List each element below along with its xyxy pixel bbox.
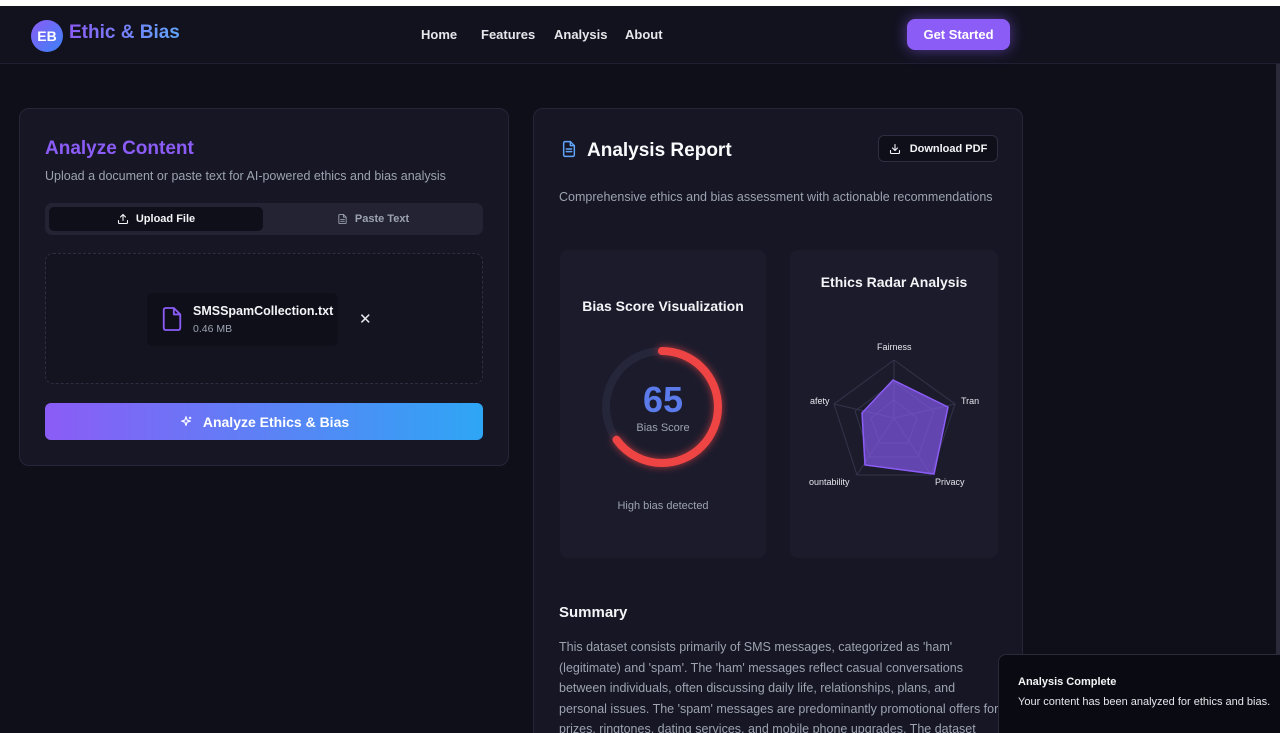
document-icon bbox=[562, 140, 576, 158]
radar-label-tran: Tran bbox=[961, 396, 980, 406]
summary-text: This dataset consists primarily of SMS m… bbox=[559, 640, 999, 733]
analyze-title: Analyze Content bbox=[45, 138, 194, 159]
bias-score-label: Bias Score bbox=[636, 422, 690, 434]
file-name: SMSSpamCollection.txt bbox=[193, 304, 334, 318]
nav-link-about[interactable]: About bbox=[625, 27, 663, 42]
scrollbar[interactable] bbox=[1276, 64, 1280, 733]
nav-link-home[interactable]: Home bbox=[421, 27, 457, 42]
ethics-radar-panel: Ethics Radar Analysis Fairness Tran Priv… bbox=[790, 250, 998, 558]
radar-label-accountability: ountability bbox=[809, 477, 850, 487]
tab-upload-file[interactable]: Upload File bbox=[49, 207, 263, 231]
nav-link-analysis[interactable]: Analysis bbox=[554, 27, 607, 42]
summary-title: Summary bbox=[559, 604, 628, 621]
analysis-complete-toast[interactable]: Analysis Complete Your content has been … bbox=[998, 654, 1280, 733]
nav-link-features[interactable]: Features bbox=[481, 27, 535, 42]
report-title: Analysis Report bbox=[587, 140, 732, 161]
tab-paste-text[interactable]: Paste Text bbox=[267, 207, 479, 231]
analyze-subtitle: Upload a document or paste text for AI-p… bbox=[45, 169, 446, 183]
upload-icon bbox=[117, 213, 128, 225]
radar-area bbox=[861, 379, 949, 475]
file-icon bbox=[162, 307, 182, 331]
bias-score-value: 65 bbox=[642, 379, 684, 420]
download-pdf-button[interactable]: Download PDF bbox=[878, 135, 998, 162]
toast-message: Your content has been analyzed for ethic… bbox=[1018, 696, 1271, 708]
analyze-content-card: Analyze Content Upload a document or pas… bbox=[19, 108, 509, 466]
bias-note: High bias detected bbox=[617, 500, 709, 512]
analyze-ethics-bias-button[interactable]: Analyze Ethics & Bias bbox=[45, 403, 483, 440]
uploaded-file: SMSSpamCollection.txt 0.46 MB bbox=[147, 293, 338, 346]
get-started-button[interactable]: Get Started bbox=[907, 19, 1010, 50]
sparkles-icon bbox=[180, 415, 192, 426]
radar-label-privacy: Privacy bbox=[935, 477, 965, 487]
radar-label-fairness: Fairness bbox=[877, 342, 912, 352]
file-text-icon bbox=[338, 213, 347, 225]
bias-score-panel: Bias Score Visualization 65 Bias Score H… bbox=[560, 250, 766, 558]
navbar: EB Ethic & Bias Home Features Analysis A… bbox=[0, 6, 1280, 64]
analyze-button-label: Analyze Ethics & Bias bbox=[202, 413, 350, 430]
report-subtitle: Comprehensive ethics and bias assessment… bbox=[559, 190, 993, 204]
file-size: 0.46 MB bbox=[193, 323, 233, 335]
toast-title: Analysis Complete bbox=[1018, 676, 1117, 688]
download-pdf-label: Download PDF bbox=[909, 142, 988, 155]
analysis-report-card: Analysis Report Download PDF Comprehensi… bbox=[533, 108, 1023, 733]
file-dropzone[interactable]: SMSSpamCollection.txt 0.46 MB ✕ bbox=[45, 253, 483, 384]
tab-paste-label: Paste Text bbox=[354, 213, 410, 225]
close-icon[interactable]: ✕ bbox=[359, 310, 372, 328]
input-mode-tabs: Upload File Paste Text bbox=[45, 203, 483, 235]
tab-upload-label: Upload File bbox=[135, 213, 196, 225]
logo-badge[interactable]: EB bbox=[31, 20, 63, 52]
logo-text[interactable]: Ethic & Bias bbox=[69, 22, 180, 44]
radar-label-safety: afety bbox=[810, 396, 830, 406]
download-icon bbox=[889, 143, 900, 154]
